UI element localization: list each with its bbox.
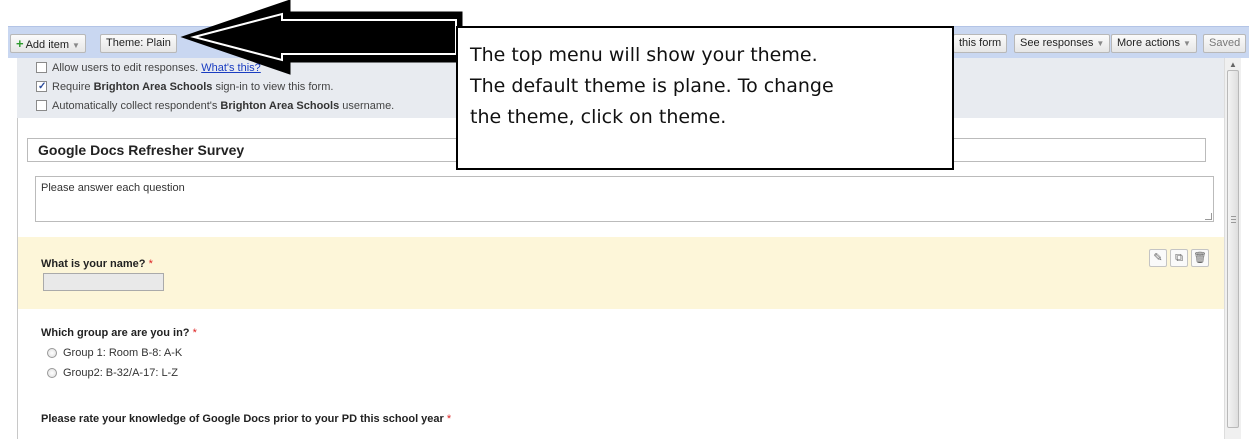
vertical-scrollbar[interactable]: ▲ xyxy=(1224,58,1241,439)
scroll-up-arrow-icon[interactable]: ▲ xyxy=(1229,60,1237,69)
question-label: Please rate your knowledge of Google Doc… xyxy=(41,413,444,425)
annotation-line: The default theme is plane. To change xyxy=(470,75,834,97)
question-title: What is your name? * xyxy=(41,258,153,270)
plus-icon: + xyxy=(16,36,24,51)
more-actions-button[interactable]: More actions ▼ xyxy=(1111,34,1197,53)
require-signin-checkbox[interactable] xyxy=(36,80,47,94)
email-form-button[interactable]: this form xyxy=(953,34,1008,53)
annotation-callout: The top menu will show your theme. The d… xyxy=(456,26,954,170)
see-responses-label: See responses xyxy=(1020,37,1094,49)
radio-button[interactable] xyxy=(47,348,57,358)
annotation-line: The top menu will show your theme. xyxy=(470,44,818,66)
saved-button[interactable]: Saved xyxy=(1203,34,1247,53)
grip-icon xyxy=(1231,216,1236,223)
dropdown-arrow-icon: ▼ xyxy=(1096,39,1105,48)
radio-option-label: Group2: B-32/A-17: L-Z xyxy=(63,367,178,379)
form-description-text: Please answer each question xyxy=(41,182,185,194)
question-title: Which group are are you in? * xyxy=(41,327,197,339)
whats-this-link[interactable]: What's this? xyxy=(201,62,261,74)
require-signin-suffix: sign-in to view this form. xyxy=(215,81,334,93)
collect-username-suffix: username. xyxy=(342,100,395,112)
dropdown-arrow-icon: ▼ xyxy=(72,41,80,50)
question-label: What is your name? xyxy=(41,258,146,270)
radio-button[interactable] xyxy=(47,368,57,378)
email-form-label: this form xyxy=(959,37,1002,49)
add-item-button[interactable]: + Add item ▼ xyxy=(10,34,86,53)
question-label: Which group are are you in? xyxy=(41,327,190,339)
radio-option-label: Group 1: Room B-8: A-K xyxy=(63,347,183,359)
theme-button[interactable]: Theme: Plain xyxy=(100,34,177,53)
scrollbar-thumb[interactable] xyxy=(1227,70,1239,428)
theme-label: Theme: Plain xyxy=(106,37,171,49)
required-mark: * xyxy=(446,413,452,425)
duplicate-icon[interactable]: ⧉ xyxy=(1170,249,1188,267)
collect-username-checkbox[interactable] xyxy=(36,100,47,111)
require-signin-prefix: Require xyxy=(52,81,91,93)
saved-label: Saved xyxy=(1209,37,1241,49)
more-actions-label: More actions xyxy=(1117,37,1180,49)
question-title: Please rate your knowledge of Google Doc… xyxy=(41,413,451,425)
dropdown-arrow-icon: ▼ xyxy=(1182,39,1191,48)
radio-option[interactable]: Group 1: Room B-8: A-K xyxy=(47,346,182,360)
allow-edit-text: Allow users to edit responses. xyxy=(52,62,199,74)
radio-option[interactable]: Group2: B-32/A-17: L-Z xyxy=(47,366,178,380)
require-signin-org: Brighton Area Schools xyxy=(93,81,213,93)
pencil-icon[interactable]: ✎ xyxy=(1149,249,1167,267)
resize-handle[interactable] xyxy=(1205,213,1212,220)
require-signin-option[interactable]: Require Brighton Area Schools sign-in to… xyxy=(36,80,333,94)
allow-edit-checkbox[interactable] xyxy=(36,62,47,73)
see-responses-button[interactable]: See responses ▼ xyxy=(1014,34,1111,53)
question-item-active[interactable]: What is your name? * ✎ ⧉ 🗑 xyxy=(18,237,1224,309)
name-answer-field[interactable] xyxy=(43,273,164,291)
collect-username-option[interactable]: Automatically collect respondent's Brigh… xyxy=(36,99,394,113)
required-mark: * xyxy=(148,258,153,270)
annotation-line: the theme, click on theme. xyxy=(470,106,727,128)
allow-edit-option[interactable]: Allow users to edit responses. What's th… xyxy=(36,61,261,75)
collect-username-org: Brighton Area Schools xyxy=(220,100,340,112)
required-mark: * xyxy=(192,327,197,339)
add-item-label: Add item xyxy=(25,39,70,51)
form-description-input[interactable]: Please answer each question xyxy=(35,176,1214,222)
collect-username-prefix: Automatically collect respondent's xyxy=(52,100,218,112)
trash-icon[interactable]: 🗑 xyxy=(1191,249,1209,267)
